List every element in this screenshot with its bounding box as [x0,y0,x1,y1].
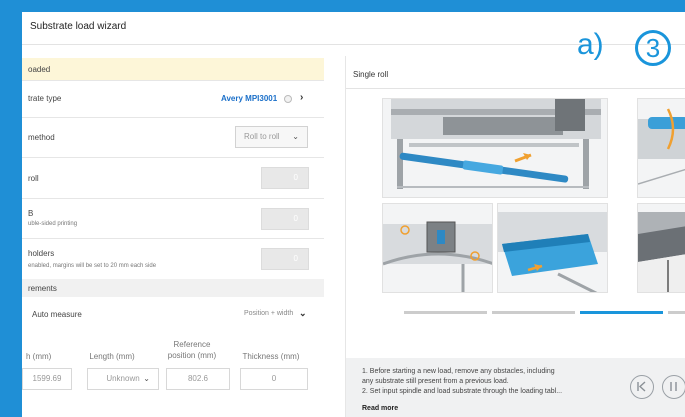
auto-measure-row: Auto measure Position + width ⌄ [22,297,324,331]
holders-row: holders enabled, margins will be set to … [22,238,324,280]
carousel-dot-1[interactable] [404,311,487,314]
chevron-down-icon: ⌄ [143,374,150,383]
holders-value: 0 [293,254,298,263]
measurements-section: rements [22,279,324,297]
instruction-panel: Single roll 1. Before starting a new loa… [345,56,685,417]
carousel-dot-3[interactable] [580,311,663,314]
previous-step-button[interactable] [630,375,654,399]
col-reference-header: Reference position (mm) [167,340,217,360]
carousel-dot-2[interactable] [492,311,575,314]
banner-text: oaded [28,65,51,74]
col-length-header: Length (mm) [89,352,135,361]
length-select[interactable]: Unknown ⌄ [87,368,159,390]
chevron-right-icon[interactable]: › [300,92,303,103]
loaded-banner: oaded [22,58,324,81]
skip-back-icon [637,381,646,392]
chevron-down-icon[interactable]: ⌄ [299,308,307,319]
substrate-radio[interactable] [284,95,292,103]
step-image-roll-top [637,98,685,198]
instruction-line-2: any substrate still present from a previ… [362,378,509,385]
roll-field[interactable]: 0 [261,167,309,189]
position-width-select[interactable]: Position + width [244,310,293,317]
measurements-section-label: rements [28,284,57,293]
double-sided-row: B uble-sided printing 0 [22,198,324,239]
length-select-value: Unknown [106,374,140,383]
auto-measure-label: Auto measure [32,310,82,319]
col-thickness-header: Thickness (mm) [242,352,300,361]
instruction-header: Single roll [353,70,389,79]
step-image-substrate-fed [637,203,685,293]
roll-label: roll [28,174,39,183]
divider [346,88,685,89]
chevron-down-icon: ⌄ [292,132,299,141]
pause-icon [670,382,677,391]
method-row: method Roll to roll ⌄ [22,117,324,158]
step-image-loading-table [497,203,608,293]
instruction-line-3: 2. Set input spindle and load substrate … [362,388,563,395]
substrate-type-row[interactable]: trate type Avery MPI3001 › [22,80,324,118]
roll-value: 0 [293,173,298,182]
double-sided-sub: uble-sided printing [28,221,78,227]
step-image-spindle [382,98,608,198]
holders-sub: enabled, margins will be set to 20 mm ea… [28,263,157,269]
instruction-footer: 1. Before starting a new load, remove an… [346,358,685,417]
width-input[interactable]: 1599.69 [22,368,72,390]
wizard-window: Substrate load wizard a) 3 oaded trate t… [22,12,685,417]
method-select[interactable]: Roll to roll ⌄ [235,126,308,148]
method-label: method [28,133,55,142]
pause-button[interactable] [662,375,685,399]
instruction-line-1: 1. Before starting a new load, remove an… [362,368,555,375]
step-image-lever [382,203,493,293]
substrate-type-link[interactable]: Avery MPI3001 [221,94,277,103]
window-title: Substrate load wizard [30,21,127,32]
thickness-input[interactable]: 0 [240,368,308,390]
col-width-header: h (mm) [26,352,52,361]
double-sided-field[interactable]: 0 [261,208,309,230]
double-sided-value: 0 [293,214,298,223]
holders-label: holders [28,249,55,258]
double-sided-label: B [28,209,34,218]
read-more-link[interactable]: Read more [362,405,398,412]
reference-input[interactable]: 802.6 [166,368,230,390]
substrate-type-label: trate type [28,94,62,103]
roll-row: roll 0 [22,157,324,199]
method-select-value: Roll to roll [244,132,280,141]
carousel-dot-4[interactable] [668,311,685,314]
holders-field[interactable]: 0 [261,248,309,270]
